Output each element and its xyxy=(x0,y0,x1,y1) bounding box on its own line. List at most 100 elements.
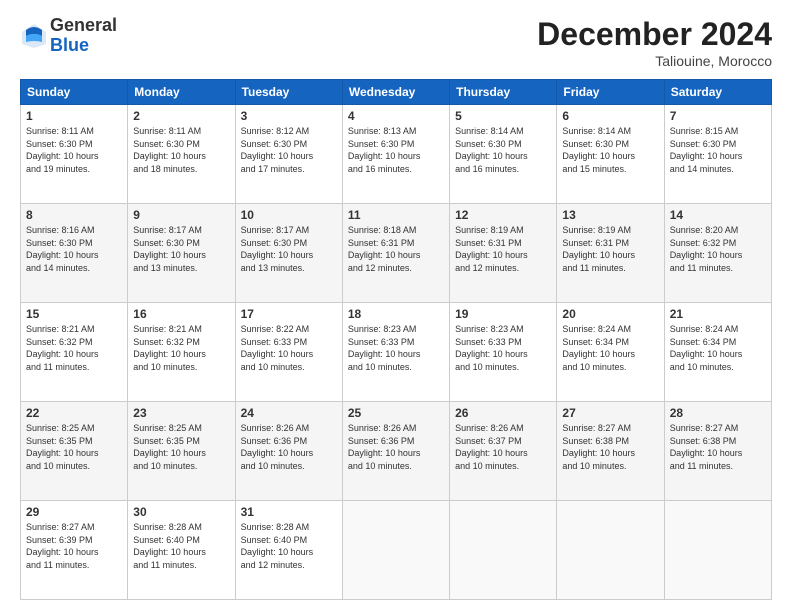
logo-text: General Blue xyxy=(50,16,117,56)
table-row: 19 Sunrise: 8:23 AM Sunset: 6:33 PM Dayli… xyxy=(450,303,557,402)
table-row: 10 Sunrise: 8:17 AM Sunset: 6:30 PM Dayli… xyxy=(235,204,342,303)
day-number: 27 xyxy=(562,406,658,420)
cell-text: Sunrise: 8:26 AM Sunset: 6:37 PM Dayligh… xyxy=(455,422,551,472)
cell-text: Sunrise: 8:14 AM Sunset: 6:30 PM Dayligh… xyxy=(455,125,551,175)
title-block: December 2024 Taliouine, Morocco xyxy=(537,16,772,69)
col-thursday: Thursday xyxy=(450,80,557,105)
day-number: 5 xyxy=(455,109,551,123)
cell-text: Sunrise: 8:27 AM Sunset: 6:39 PM Dayligh… xyxy=(26,521,122,571)
cell-text: Sunrise: 8:17 AM Sunset: 6:30 PM Dayligh… xyxy=(133,224,229,274)
col-sunday: Sunday xyxy=(21,80,128,105)
calendar-table: Sunday Monday Tuesday Wednesday Thursday… xyxy=(20,79,772,600)
logo-icon xyxy=(20,22,48,50)
cell-text: Sunrise: 8:16 AM Sunset: 6:30 PM Dayligh… xyxy=(26,224,122,274)
cell-text: Sunrise: 8:22 AM Sunset: 6:33 PM Dayligh… xyxy=(241,323,337,373)
col-monday: Monday xyxy=(128,80,235,105)
table-row: 7 Sunrise: 8:15 AM Sunset: 6:30 PM Daylig… xyxy=(664,105,771,204)
table-row: 23 Sunrise: 8:25 AM Sunset: 6:35 PM Dayli… xyxy=(128,402,235,501)
col-tuesday: Tuesday xyxy=(235,80,342,105)
title-location: Taliouine, Morocco xyxy=(537,53,772,69)
cell-text: Sunrise: 8:15 AM Sunset: 6:30 PM Dayligh… xyxy=(670,125,766,175)
day-number: 6 xyxy=(562,109,658,123)
cell-text: Sunrise: 8:17 AM Sunset: 6:30 PM Dayligh… xyxy=(241,224,337,274)
day-number: 19 xyxy=(455,307,551,321)
cell-text: Sunrise: 8:21 AM Sunset: 6:32 PM Dayligh… xyxy=(133,323,229,373)
col-wednesday: Wednesday xyxy=(342,80,449,105)
day-number: 23 xyxy=(133,406,229,420)
table-row: 5 Sunrise: 8:14 AM Sunset: 6:30 PM Daylig… xyxy=(450,105,557,204)
table-row: 17 Sunrise: 8:22 AM Sunset: 6:33 PM Dayli… xyxy=(235,303,342,402)
day-number: 24 xyxy=(241,406,337,420)
table-row: 24 Sunrise: 8:26 AM Sunset: 6:36 PM Dayli… xyxy=(235,402,342,501)
cell-text: Sunrise: 8:19 AM Sunset: 6:31 PM Dayligh… xyxy=(562,224,658,274)
cell-text: Sunrise: 8:23 AM Sunset: 6:33 PM Dayligh… xyxy=(348,323,444,373)
calendar-header-row: Sunday Monday Tuesday Wednesday Thursday… xyxy=(21,80,772,105)
table-row: 15 Sunrise: 8:21 AM Sunset: 6:32 PM Dayli… xyxy=(21,303,128,402)
table-row: 16 Sunrise: 8:21 AM Sunset: 6:32 PM Dayli… xyxy=(128,303,235,402)
cell-text: Sunrise: 8:26 AM Sunset: 6:36 PM Dayligh… xyxy=(241,422,337,472)
cell-text: Sunrise: 8:18 AM Sunset: 6:31 PM Dayligh… xyxy=(348,224,444,274)
calendar-week-row: 1 Sunrise: 8:11 AM Sunset: 6:30 PM Daylig… xyxy=(21,105,772,204)
day-number: 9 xyxy=(133,208,229,222)
table-row: 28 Sunrise: 8:27 AM Sunset: 6:38 PM Dayli… xyxy=(664,402,771,501)
cell-text: Sunrise: 8:28 AM Sunset: 6:40 PM Dayligh… xyxy=(133,521,229,571)
table-row: 20Sunrise: 8:24 AM Sunset: 6:34 PM Dayli… xyxy=(557,303,664,402)
calendar-week-row: 15 Sunrise: 8:21 AM Sunset: 6:32 PM Dayli… xyxy=(21,303,772,402)
cell-text: Sunrise: 8:25 AM Sunset: 6:35 PM Dayligh… xyxy=(133,422,229,472)
day-number: 11 xyxy=(348,208,444,222)
table-row: 31Sunrise: 8:28 AM Sunset: 6:40 PM Dayli… xyxy=(235,501,342,600)
cell-text: Sunrise: 8:14 AM Sunset: 6:30 PM Dayligh… xyxy=(562,125,658,175)
cell-text: Sunrise: 8:19 AM Sunset: 6:31 PM Dayligh… xyxy=(455,224,551,274)
table-row: 2Sunrise: 8:11 AM Sunset: 6:30 PM Daylig… xyxy=(128,105,235,204)
day-number: 4 xyxy=(348,109,444,123)
table-row: 6 Sunrise: 8:14 AM Sunset: 6:30 PM Daylig… xyxy=(557,105,664,204)
day-number: 7 xyxy=(670,109,766,123)
table-row: 4Sunrise: 8:13 AM Sunset: 6:30 PM Daylig… xyxy=(342,105,449,204)
day-number: 22 xyxy=(26,406,122,420)
cell-text: Sunrise: 8:20 AM Sunset: 6:32 PM Dayligh… xyxy=(670,224,766,274)
day-number: 10 xyxy=(241,208,337,222)
day-number: 14 xyxy=(670,208,766,222)
day-number: 18 xyxy=(348,307,444,321)
cell-text: Sunrise: 8:26 AM Sunset: 6:36 PM Dayligh… xyxy=(348,422,444,472)
table-row: 13 Sunrise: 8:19 AM Sunset: 6:31 PM Dayli… xyxy=(557,204,664,303)
calendar-week-row: 8 Sunrise: 8:16 AM Sunset: 6:30 PM Daylig… xyxy=(21,204,772,303)
cell-text: Sunrise: 8:21 AM Sunset: 6:32 PM Dayligh… xyxy=(26,323,122,373)
table-row: 25 Sunrise: 8:26 AM Sunset: 6:36 PM Dayli… xyxy=(342,402,449,501)
day-number: 16 xyxy=(133,307,229,321)
table-row xyxy=(557,501,664,600)
logo-blue-text: Blue xyxy=(50,36,117,56)
day-number: 20 xyxy=(562,307,658,321)
logo: General Blue xyxy=(20,16,117,56)
cell-text: Sunrise: 8:11 AM Sunset: 6:30 PM Dayligh… xyxy=(26,125,122,175)
day-number: 25 xyxy=(348,406,444,420)
table-row: 27Sunrise: 8:27 AM Sunset: 6:38 PM Dayli… xyxy=(557,402,664,501)
table-row xyxy=(450,501,557,600)
day-number: 8 xyxy=(26,208,122,222)
cell-text: Sunrise: 8:12 AM Sunset: 6:30 PM Dayligh… xyxy=(241,125,337,175)
table-row: 8 Sunrise: 8:16 AM Sunset: 6:30 PM Daylig… xyxy=(21,204,128,303)
day-number: 17 xyxy=(241,307,337,321)
cell-text: Sunrise: 8:11 AM Sunset: 6:30 PM Dayligh… xyxy=(133,125,229,175)
page: General Blue December 2024 Taliouine, Mo… xyxy=(0,0,792,612)
cell-text: Sunrise: 8:27 AM Sunset: 6:38 PM Dayligh… xyxy=(670,422,766,472)
table-row: 30Sunrise: 8:28 AM Sunset: 6:40 PM Dayli… xyxy=(128,501,235,600)
col-saturday: Saturday xyxy=(664,80,771,105)
table-row: 22Sunrise: 8:25 AM Sunset: 6:35 PM Dayli… xyxy=(21,402,128,501)
day-number: 13 xyxy=(562,208,658,222)
day-number: 15 xyxy=(26,307,122,321)
day-number: 1 xyxy=(26,109,122,123)
day-number: 29 xyxy=(26,505,122,519)
day-number: 12 xyxy=(455,208,551,222)
table-row: 1 Sunrise: 8:11 AM Sunset: 6:30 PM Daylig… xyxy=(21,105,128,204)
table-row: 12 Sunrise: 8:19 AM Sunset: 6:31 PM Dayli… xyxy=(450,204,557,303)
header: General Blue December 2024 Taliouine, Mo… xyxy=(20,16,772,69)
col-friday: Friday xyxy=(557,80,664,105)
table-row: 29 Sunrise: 8:27 AM Sunset: 6:39 PM Dayli… xyxy=(21,501,128,600)
calendar-week-row: 29 Sunrise: 8:27 AM Sunset: 6:39 PM Dayli… xyxy=(21,501,772,600)
cell-text: Sunrise: 8:23 AM Sunset: 6:33 PM Dayligh… xyxy=(455,323,551,373)
day-number: 28 xyxy=(670,406,766,420)
table-row xyxy=(664,501,771,600)
logo-general-text: General xyxy=(50,16,117,36)
table-row: 9 Sunrise: 8:17 AM Sunset: 6:30 PM Daylig… xyxy=(128,204,235,303)
